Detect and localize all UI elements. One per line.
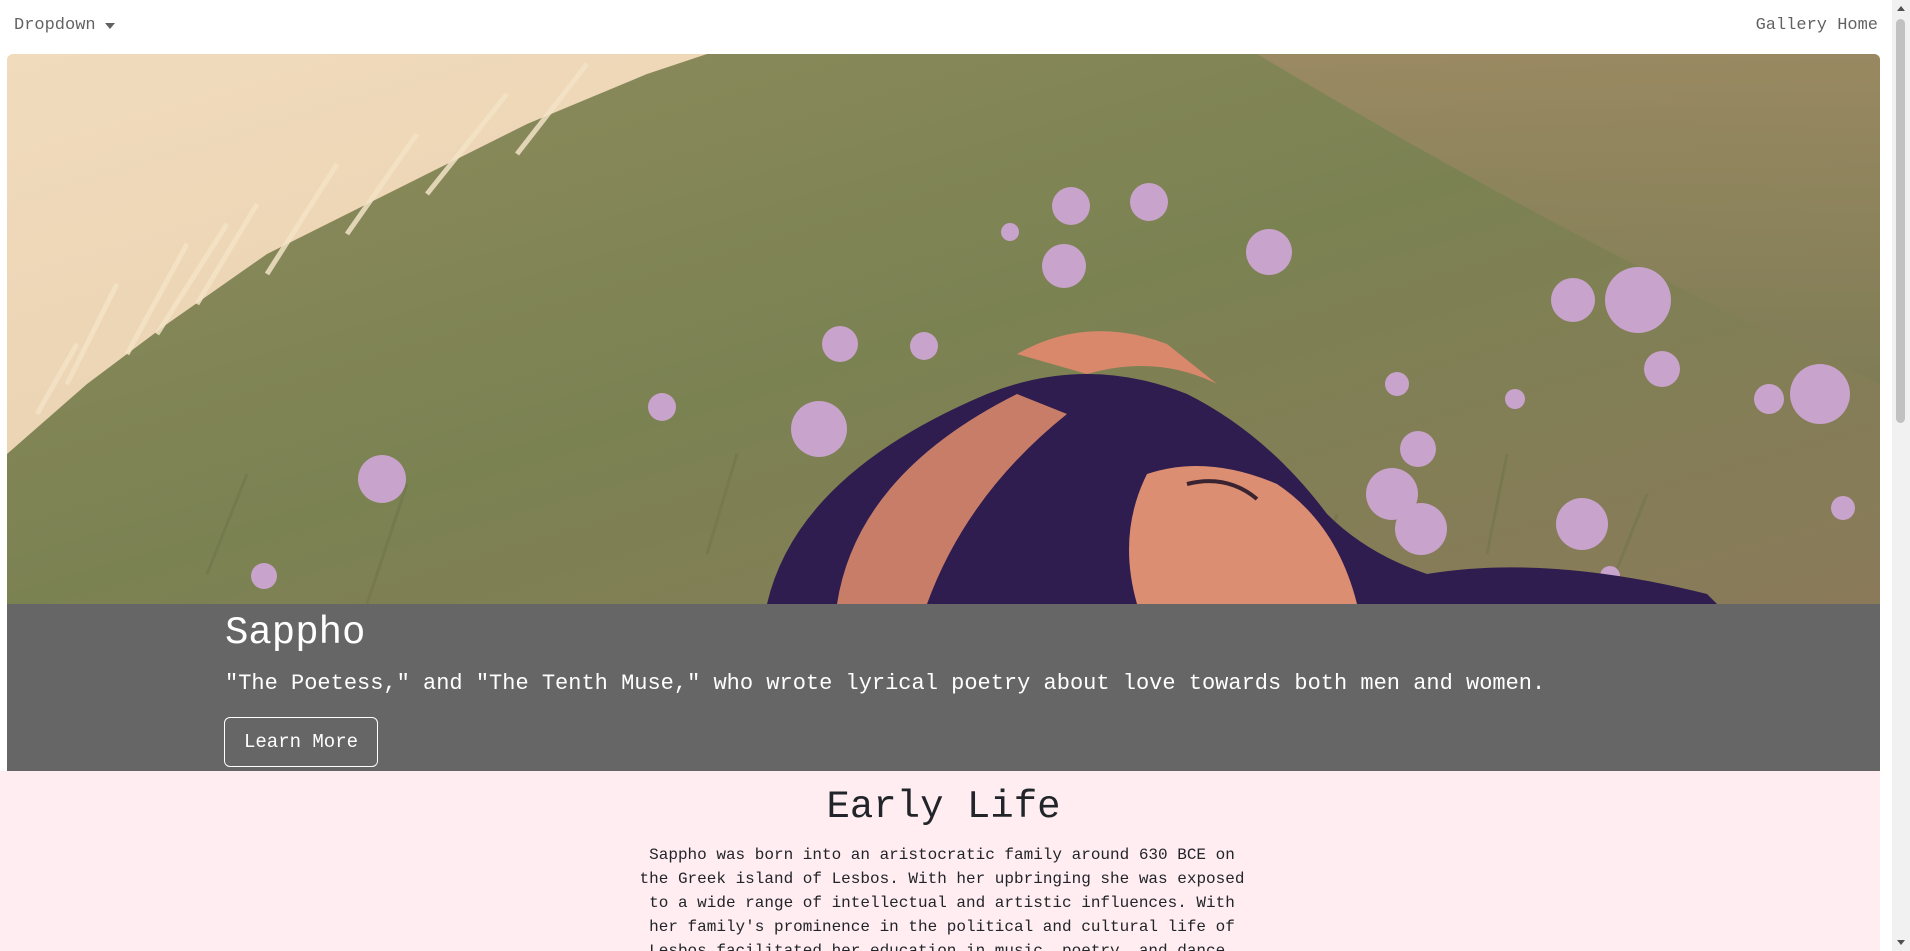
learn-more-button[interactable]: Learn More (224, 717, 378, 767)
dropdown-label: Dropdown (14, 15, 96, 35)
hero-subtitle: "The Poetess," and "The Tenth Muse," who… (225, 671, 1546, 696)
gallery-home-link[interactable]: Gallery Home (1756, 16, 1878, 35)
top-navbar: Dropdown Gallery Home (0, 0, 1892, 50)
vertical-scrollbar[interactable] (1892, 0, 1910, 951)
early-life-text: Sappho was born into an aristocratic fam… (639, 846, 1245, 951)
early-life-heading: Early Life (826, 785, 1061, 829)
early-life-section: Early Life Sappho was born into an arist… (0, 771, 1880, 951)
hero-title: Sappho (225, 611, 366, 655)
scroll-down-arrow-icon[interactable] (1897, 940, 1905, 945)
hero-illustration (7, 54, 1880, 604)
hero-caption: Sappho "The Poetess," and "The Tenth Mus… (7, 604, 1880, 771)
scroll-thumb[interactable] (1896, 19, 1905, 423)
dropdown-menu-toggle[interactable]: Dropdown (14, 16, 115, 35)
caret-down-icon (104, 23, 115, 29)
scroll-up-arrow-icon[interactable] (1897, 6, 1905, 11)
